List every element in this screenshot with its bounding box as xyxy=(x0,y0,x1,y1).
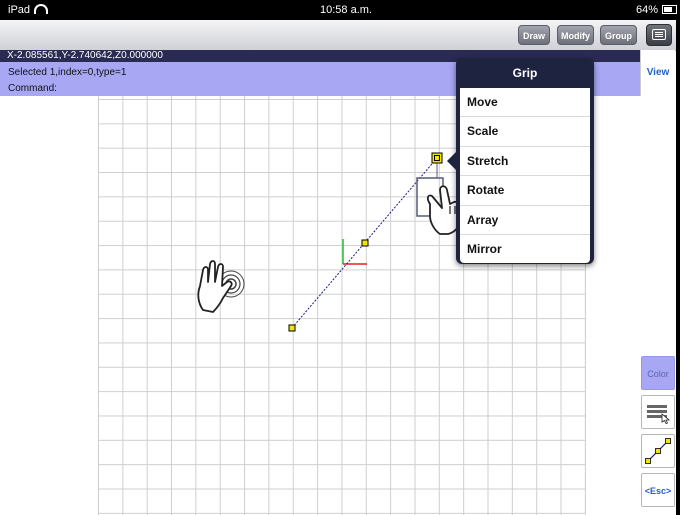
draw-button[interactable]: Draw xyxy=(518,25,550,45)
layers-button[interactable] xyxy=(641,395,675,429)
command-prompt[interactable]: Command: xyxy=(8,83,57,94)
grip-popover-title: Grip xyxy=(512,66,538,80)
group-button[interactable]: Group xyxy=(600,25,637,45)
modify-button[interactable]: Modify xyxy=(557,25,594,45)
top-toolbar: Draw Modify Group xyxy=(0,20,680,51)
color-button[interactable]: Color xyxy=(641,356,675,390)
wifi-icon xyxy=(34,4,49,14)
device-label: iPad xyxy=(8,4,49,16)
grip-rotate-item[interactable]: Rotate xyxy=(460,176,590,206)
selected-grip[interactable] xyxy=(431,152,443,164)
menu-icon xyxy=(652,29,666,40)
layers-icon xyxy=(647,405,671,424)
selection-status: Selected 1,index=0,type=1 xyxy=(8,67,127,78)
line-start-grip[interactable] xyxy=(288,324,296,332)
grip-scale-item[interactable]: Scale xyxy=(460,117,590,147)
grip-move-item[interactable]: Move xyxy=(460,88,590,118)
grip-menu-list: Move Scale Stretch Rotate Array Mirror xyxy=(460,88,590,264)
battery-icon xyxy=(662,5,678,14)
line-tool-button[interactable] xyxy=(641,434,675,468)
status-bar: iPad 10:58 a.m. 64% xyxy=(0,0,680,20)
grip-stretch-item[interactable]: Stretch xyxy=(460,147,590,177)
battery-indicator: 64% xyxy=(636,4,678,16)
view-tab[interactable]: View xyxy=(640,50,675,96)
line-tool-icon xyxy=(645,438,671,464)
hold-gesture-icon xyxy=(197,260,245,313)
right-edge xyxy=(676,20,680,515)
menu-button[interactable] xyxy=(646,24,672,46)
grip-popover: Grip Move Scale Stretch Rotate Array Mir… xyxy=(447,58,594,264)
line-mid-grip[interactable] xyxy=(361,239,369,247)
clock: 10:58 a.m. xyxy=(320,4,372,16)
grip-array-item[interactable]: Array xyxy=(460,206,590,235)
grip-mirror-item[interactable]: Mirror xyxy=(460,235,590,263)
popover-arrow xyxy=(447,152,456,170)
escape-button[interactable]: <Esc> xyxy=(641,473,675,507)
